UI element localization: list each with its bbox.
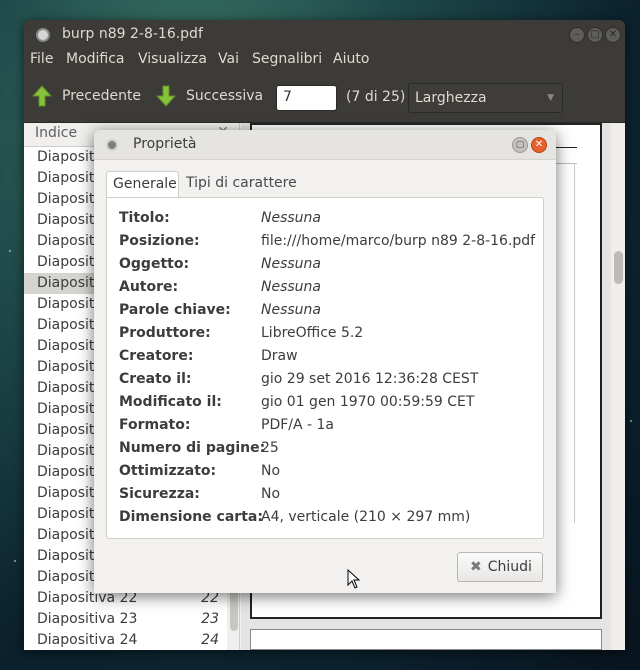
- property-key: Autore:: [119, 279, 179, 295]
- property-value: Draw: [261, 348, 298, 364]
- property-row: Parole chiave: Nessuna: [119, 302, 539, 322]
- dialog-minimize-icon[interactable]: ▢: [512, 137, 528, 153]
- property-row: Dimensione carta: A4, verticale (210 × 29…: [119, 509, 539, 529]
- property-value: gio 29 set 2016 12:36:28 CEST: [261, 371, 479, 387]
- property-row: Modificato il: gio 01 gen 1970 00:59:59 C…: [119, 394, 539, 414]
- property-row: Produttore: LibreOffice 5.2: [119, 325, 539, 345]
- sidebar-title: Indice: [35, 125, 78, 141]
- property-value: file:///home/marco/burp n89 2-8-16.pdf: [261, 233, 536, 249]
- property-row: Posizione: file:///home/marco/burp n89 2-…: [119, 233, 539, 253]
- property-key: Sicurezza:: [119, 486, 200, 502]
- desktop-sparkle: [9, 250, 11, 252]
- sidebar-item-page-number: 24: [201, 632, 219, 648]
- menu-aiuto[interactable]: Aiuto: [333, 51, 369, 67]
- property-value: 25: [261, 440, 279, 456]
- page-number-input[interactable]: 7: [276, 85, 337, 111]
- close-icon: ✖: [470, 559, 482, 575]
- property-row: Numero di pagine: 25: [119, 440, 539, 460]
- property-key: Numero di pagine:: [119, 440, 266, 456]
- property-key: Posizione:: [119, 233, 200, 249]
- property-key: Creato il:: [119, 371, 192, 387]
- property-row: Creato il: gio 29 set 2016 12:36:28 CEST: [119, 371, 539, 391]
- property-row: Oggetto: Nessuna: [119, 256, 539, 276]
- menubar: File Modifica Visualizza Vai Segnalibri …: [24, 49, 625, 72]
- property-value: No: [261, 486, 281, 502]
- sidebar-item-page-number: 23: [201, 611, 219, 627]
- property-value: A4, verticale (210 × 297 mm): [261, 509, 471, 525]
- property-key: Oggetto:: [119, 256, 190, 272]
- property-value: Nessuna: [261, 302, 321, 318]
- document-scrollbar[interactable]: [611, 123, 625, 650]
- zoom-select[interactable]: Larghezza ▼: [408, 83, 563, 113]
- toolbar: Precedente Successiva 7 (7 di 25) Larghe…: [24, 72, 625, 123]
- menu-segnalibri[interactable]: Segnalibri: [252, 51, 322, 67]
- property-key: Dimensione carta:: [119, 509, 263, 525]
- close-icon[interactable]: ✕: [605, 27, 621, 43]
- chevron-down-icon: ▼: [547, 93, 554, 103]
- window-title: burp n89 2-8-16.pdf: [62, 26, 203, 42]
- mouse-pointer-icon: [347, 569, 361, 589]
- previous-label: Precedente: [62, 88, 142, 104]
- property-row: Creatore: Draw: [119, 348, 539, 368]
- previous-page-button[interactable]: Precedente: [32, 85, 141, 107]
- close-button-label: Chiudi: [487, 559, 532, 575]
- property-value: gio 01 gen 1970 00:59:59 CET: [261, 394, 475, 410]
- property-row: Ottimizzato: No: [119, 463, 539, 483]
- sidebar-item[interactable]: Diapositiva 23 23: [24, 609, 239, 630]
- document-scroll-thumb[interactable]: [614, 251, 623, 284]
- sidebar-item[interactable]: Diapositiva 24 24: [24, 630, 239, 650]
- property-value: No: [261, 463, 281, 479]
- dialog-titlebar[interactable]: Proprietà ▢ ✕: [94, 130, 556, 160]
- dialog-app-icon: [106, 139, 118, 151]
- property-key: Titolo:: [119, 210, 170, 226]
- maximize-icon[interactable]: ▢: [587, 27, 603, 43]
- pdf-next-page: [250, 629, 602, 650]
- zoom-value: Larghezza: [415, 90, 487, 106]
- property-key: Modificato il:: [119, 394, 222, 410]
- sidebar-item-label: Diapositiva 23: [37, 611, 138, 627]
- property-key: Creatore:: [119, 348, 194, 364]
- property-key: Produttore:: [119, 325, 211, 341]
- property-row: Sicurezza: No: [119, 486, 539, 506]
- property-key: Formato:: [119, 417, 191, 433]
- minimize-icon[interactable]: –: [569, 27, 585, 43]
- sidebar-item-label: Diapositiva 24: [37, 632, 138, 648]
- general-properties-panel: Titolo: Nessuna Posizione: file:///home/mar…: [106, 197, 544, 539]
- desktop-sparkle: [14, 560, 16, 562]
- property-row: Titolo: Nessuna: [119, 210, 539, 230]
- window-titlebar[interactable]: burp n89 2-8-16.pdf – ▢ ✕: [24, 20, 625, 49]
- dialog-close-icon[interactable]: ✕: [531, 137, 547, 153]
- properties-dialog: Proprietà ▢ ✕ Generale Tipi di carattere…: [94, 130, 556, 593]
- menu-vai[interactable]: Vai: [218, 51, 239, 67]
- arrow-up-icon: [32, 85, 52, 107]
- property-value: Nessuna: [261, 210, 321, 226]
- property-row: Autore: Nessuna: [119, 279, 539, 299]
- property-value: PDF/A - 1a: [261, 417, 335, 433]
- menu-file[interactable]: File: [30, 51, 53, 67]
- document-viewer-icon: [36, 28, 50, 42]
- tab-generale[interactable]: Generale: [106, 171, 179, 198]
- menu-modifica[interactable]: Modifica: [66, 51, 125, 67]
- property-value: LibreOffice 5.2: [261, 325, 364, 341]
- property-value: Nessuna: [261, 279, 321, 295]
- property-key: Parole chiave:: [119, 302, 231, 318]
- menu-visualizza[interactable]: Visualizza: [138, 51, 207, 67]
- arrow-down-icon: [156, 85, 176, 107]
- next-page-button[interactable]: Successiva: [156, 85, 263, 107]
- sidebar-scroll-thumb[interactable]: [230, 587, 238, 631]
- properties-notebook: Generale Tipi di carattere Titolo: Nessun…: [106, 171, 544, 539]
- page-count: (7 di 25): [346, 89, 406, 105]
- close-button[interactable]: ✖ Chiudi: [457, 552, 543, 582]
- desktop-sparkle: [630, 420, 632, 422]
- property-row: Formato: PDF/A - 1a: [119, 417, 539, 437]
- dialog-title: Proprietà: [133, 136, 197, 152]
- next-label: Successiva: [186, 88, 264, 104]
- property-value: Nessuna: [261, 256, 321, 272]
- tab-bar: Generale Tipi di carattere: [106, 171, 544, 198]
- tab-tipi-di-carattere[interactable]: Tipi di carattere: [180, 171, 303, 198]
- property-key: Ottimizzato:: [119, 463, 217, 479]
- page-line: [574, 163, 575, 523]
